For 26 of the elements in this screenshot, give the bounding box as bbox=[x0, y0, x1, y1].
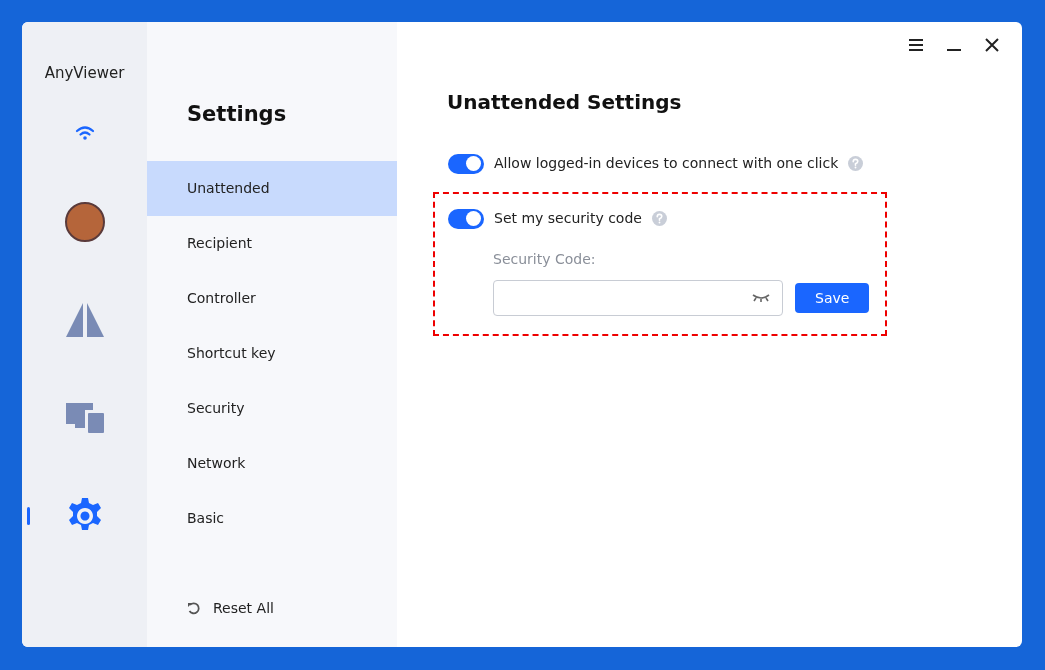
settings-nav-item[interactable]: Security bbox=[147, 380, 397, 436]
field-label: Security Code: bbox=[493, 250, 596, 269]
settings-nav-item[interactable]: Shortcut key bbox=[147, 325, 397, 381]
settings-nav-item[interactable]: Unattended bbox=[147, 160, 397, 216]
settings-nav-item[interactable]: Network bbox=[147, 435, 397, 491]
option-label: Set my security code bbox=[494, 209, 642, 228]
option-label: Allow logged-in devices to connect with one click bbox=[494, 154, 839, 173]
devices-icon[interactable] bbox=[64, 401, 105, 434]
panel-title: Settings bbox=[186, 101, 288, 128]
reset-all-button[interactable]: Reset All bbox=[187, 598, 274, 619]
toggle-switch[interactable] bbox=[448, 153, 484, 174]
active-indicator bbox=[27, 506, 30, 525]
wifi-icon[interactable] bbox=[74, 124, 95, 141]
security-code-field[interactable] bbox=[493, 280, 783, 316]
menu-icon[interactable] bbox=[908, 38, 924, 52]
settings-nav-item[interactable]: Controller bbox=[147, 270, 397, 326]
app-name: AnyViewer bbox=[44, 63, 125, 84]
settings-nav-item[interactable]: Basic bbox=[147, 490, 397, 546]
settings-nav-item[interactable]: Recipient bbox=[147, 215, 397, 271]
closed-eye-icon bbox=[752, 293, 770, 303]
split-triangle-icon[interactable] bbox=[64, 301, 105, 338]
close-icon[interactable] bbox=[984, 38, 1000, 52]
save-button[interactable]: Save bbox=[795, 283, 870, 313]
toggle-switch[interactable] bbox=[448, 208, 484, 229]
undo-icon bbox=[187, 601, 201, 616]
content-title: Unattended Settings bbox=[447, 89, 682, 116]
